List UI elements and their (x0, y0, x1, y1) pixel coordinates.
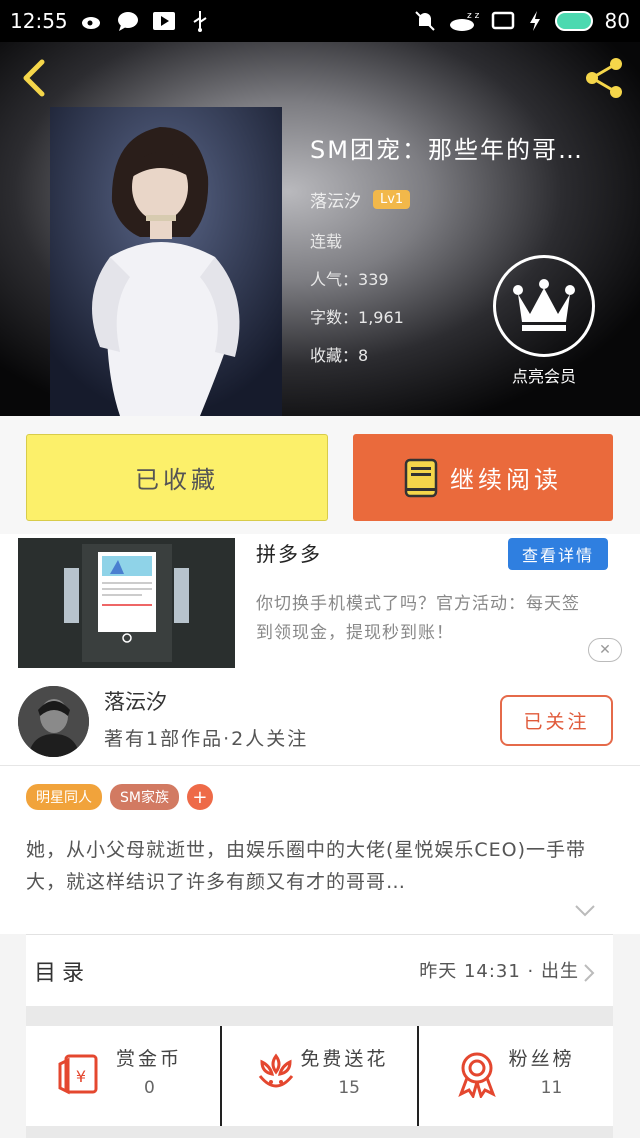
action-buttons: 已收藏 继续阅读 (0, 416, 640, 534)
battery-icon (554, 11, 593, 31)
book-icon (404, 458, 438, 497)
popularity-label: 人气： (310, 270, 359, 289)
book-summary[interactable]: 她，从小父母就逝世，由娱乐圈中的大佬(星悦娱乐CEO)一手带大，就这样结识了许多… (26, 834, 616, 898)
usb-icon (193, 11, 207, 32)
flower-icon (259, 1053, 294, 1088)
vip-label: 点亮会员 (511, 367, 576, 386)
words-label: 字数： (310, 308, 359, 327)
words-value: 1,961 (358, 308, 404, 327)
level-badge: Lv1 (373, 190, 411, 209)
mute-icon (414, 11, 435, 31)
reward-value: 0 (144, 1078, 155, 1098)
divider (26, 1006, 613, 1026)
book-status: 连载 (310, 232, 343, 251)
bottom-divider (26, 1126, 613, 1138)
book-header: SM团宠：那些年的哥… 落沄汐 Lv1 连载 人气：339 字数：1,961 收… (0, 42, 640, 416)
ad-title: 拼多多 (256, 542, 322, 566)
status-time: 12:55 (10, 9, 68, 33)
status-bar: 12:55 z z 80 (0, 0, 640, 42)
chat-icon (117, 12, 138, 31)
medal-icon (457, 1052, 496, 1098)
chevron-down-icon[interactable] (574, 904, 596, 918)
author-row: 落沄汐 Lv1 (310, 187, 630, 212)
author-section: 落沄汐 著有1部作品·2人关注 已关注 (0, 674, 640, 766)
ad-detail-button[interactable]: 查看详情 (508, 538, 608, 570)
chevron-right-icon (584, 964, 595, 982)
author-name[interactable]: 落沄汐 (310, 187, 361, 212)
continue-reading-label: 继续阅读 (450, 466, 562, 494)
popularity-value: 339 (358, 270, 389, 289)
reward-value: 15 (338, 1078, 360, 1098)
battery-level: 80 (604, 9, 630, 33)
add-tag-button[interactable]: + (186, 784, 213, 810)
coin-envelope-icon: ¥ (58, 1054, 98, 1095)
book-title: SM团宠：那些年的哥… (310, 136, 584, 164)
toc-label: 目录 (34, 961, 91, 986)
charging-icon (529, 11, 540, 31)
description-section: 明星同人 SM家族 + 她，从小父母就逝世，由娱乐圈中的大佬(星悦娱乐CEO)一… (0, 766, 640, 934)
favorites-value: 8 (358, 346, 369, 365)
follow-button[interactable]: 已关注 (500, 695, 613, 746)
cover-figure (50, 107, 282, 416)
share-icon[interactable] (580, 54, 628, 102)
table-of-contents-row[interactable]: 目录 昨天 14:31 · 出生 (26, 934, 613, 1006)
ad-description: 你切换手机模式了吗？官方活动：每天签到领现金，提现秒到账！ (256, 594, 580, 643)
vip-button[interactable]: 点亮会员 (493, 255, 595, 387)
avatar[interactable] (18, 686, 89, 757)
weibo-icon (81, 17, 100, 29)
reward-value: 11 (540, 1078, 563, 1098)
author-stats: 著有1部作品·2人关注 (104, 728, 309, 750)
svg-text:z z: z z (467, 11, 479, 21)
close-icon[interactable]: ✕ (588, 638, 622, 662)
ad-thumbnail[interactable] (18, 538, 235, 668)
back-icon[interactable] (14, 56, 54, 100)
reward-label: 赏金币 (116, 1048, 183, 1070)
tag-list: 明星同人 SM家族 + (26, 784, 213, 810)
tag-item[interactable]: 明星同人 (26, 784, 102, 810)
svg-text:¥: ¥ (76, 1067, 86, 1086)
cast-icon (491, 11, 514, 30)
continue-reading-button[interactable]: 继续阅读 (353, 434, 613, 521)
play-icon (152, 12, 175, 30)
favorited-button[interactable]: 已收藏 (26, 434, 328, 521)
latest-chapter: 昨天 14:31 · 出生 (419, 961, 579, 982)
book-cover[interactable] (50, 107, 282, 416)
reward-coins[interactable]: ¥ 赏金币 0 (26, 1026, 220, 1126)
reward-label: 免费送花 (300, 1048, 389, 1070)
favorites-label: 收藏： (310, 346, 359, 365)
sleep-icon: z z (449, 11, 479, 31)
rewards-bar: ¥ 赏金币 0 免费送花 15 粉丝榜 11 (26, 1026, 613, 1126)
reward-flowers[interactable]: 免费送花 15 (220, 1026, 416, 1126)
ad-banner[interactable]: 拼多多 查看详情 你切换手机模式了吗？官方活动：每天签到领现金，提现秒到账！ ✕ (0, 534, 640, 674)
reward-label: 粉丝榜 (508, 1048, 575, 1070)
reward-fans[interactable]: 粉丝榜 11 (416, 1026, 613, 1126)
author-section-name[interactable]: 落沄汐 (104, 686, 167, 716)
crown-icon (493, 255, 595, 357)
tag-item[interactable]: SM家族 (110, 784, 179, 810)
